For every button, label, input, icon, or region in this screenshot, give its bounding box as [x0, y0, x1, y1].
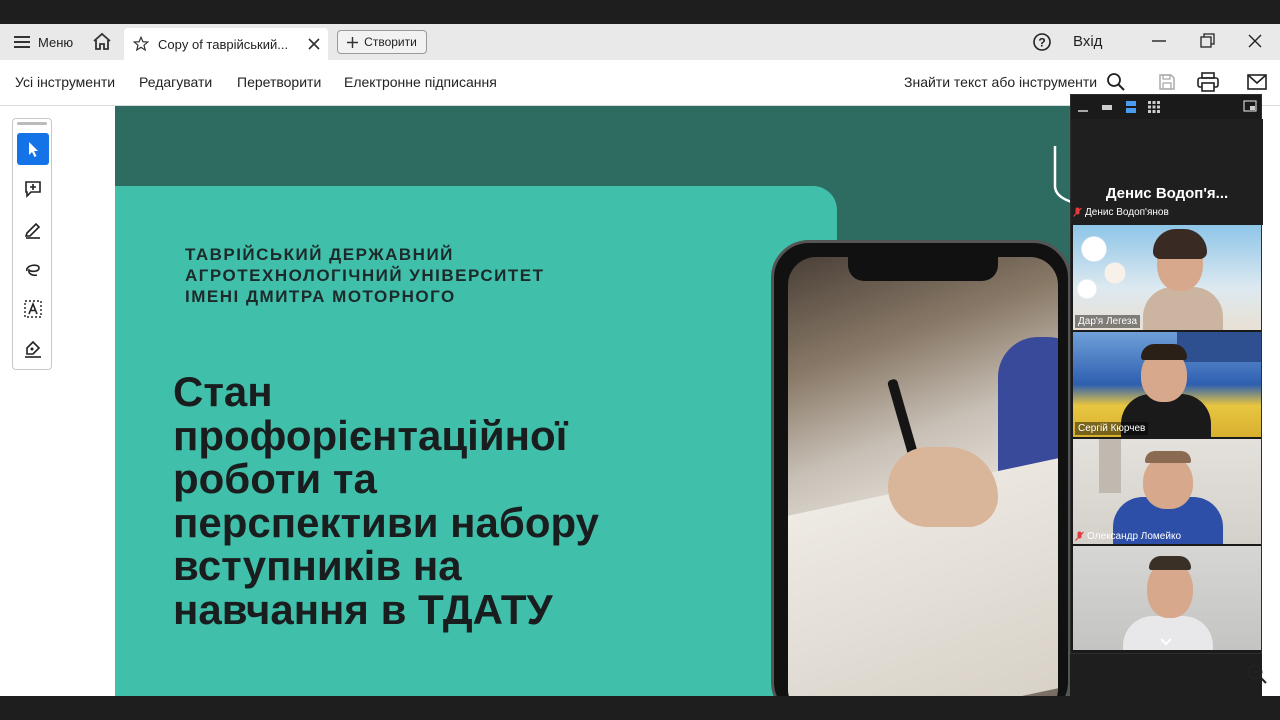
title-line: Стан: [173, 368, 273, 415]
hand-shape: [888, 447, 998, 527]
sign-tool-button[interactable]: [17, 333, 49, 365]
participant-label: Олександр Ломейко: [1075, 531, 1181, 542]
restore-icon[interactable]: [1197, 30, 1217, 52]
document-tab[interactable]: Copy of таврійський...: [124, 28, 328, 60]
print-icon[interactable]: [1197, 72, 1219, 92]
tab-title: Copy of таврійський...: [158, 36, 289, 52]
create-button[interactable]: Створити: [337, 30, 427, 54]
university-name: ТАВРІЙСЬКИЙ ДЕРЖАВНИЙ АГРОТЕХНОЛОГІЧНИЙ …: [185, 244, 545, 307]
all-tools-link[interactable]: Усі інструменти: [15, 74, 115, 90]
mail-icon[interactable]: [1247, 73, 1267, 91]
find-text-field[interactable]: Знайти текст або інструменти: [904, 74, 1097, 90]
save-icon[interactable]: [1157, 72, 1177, 92]
blossom-background: [1073, 225, 1143, 305]
edit-link[interactable]: Редагувати: [139, 74, 212, 90]
title-line: профорієнтаційної: [173, 411, 568, 459]
home-button[interactable]: [90, 30, 114, 54]
phone-screen-image: [788, 257, 1058, 696]
close-tab-icon[interactable]: [308, 38, 320, 50]
drag-handle[interactable]: [17, 122, 47, 125]
title-line: перспективи набору: [173, 498, 599, 546]
participant-name: Сергій Кюрчев: [1075, 422, 1149, 435]
text-box-tool-button[interactable]: [17, 293, 49, 325]
freehand-icon: [26, 264, 40, 277]
chevron-down-icon[interactable]: [1159, 635, 1173, 647]
highlight-tool-button[interactable]: [17, 213, 49, 245]
participant-name: Дар'я Легеза: [1075, 315, 1141, 328]
participant-tile[interactable]: Олександр Ломейко: [1073, 439, 1261, 544]
signin-button[interactable]: Вхід: [1073, 33, 1102, 50]
search-icon[interactable]: [1106, 72, 1126, 92]
convert-link[interactable]: Перетворити: [237, 74, 321, 90]
phone-notch: [848, 257, 998, 281]
shield-logo-icon: [1053, 146, 1070, 206]
text-box-icon: [24, 300, 42, 318]
calendar-background: [1099, 439, 1121, 493]
participant-hair: [1141, 344, 1187, 360]
minimize-panel-icon[interactable]: [1077, 101, 1089, 113]
participant-face: [1143, 455, 1193, 509]
university-line: ТАВРІЙСЬКИЙ ДЕРЖАВНИЙ: [185, 245, 454, 264]
participant-hair: [1149, 556, 1191, 570]
title-line: роботи та: [173, 455, 377, 502]
top-frame-bar: [0, 0, 1280, 24]
mic-muted-icon: [1073, 207, 1082, 217]
strip-view-icon[interactable]: [1125, 100, 1137, 114]
participant-body: [1143, 287, 1223, 330]
presentation-slide: ТАВРІЙСЬКИЙ ДЕРЖАВНИЙ АГРОТЕХНОЛОГІЧНИЙ …: [115, 106, 1070, 696]
active-speaker-name: Денис Водоп'я...: [1105, 185, 1229, 202]
pip-icon[interactable]: [1243, 100, 1257, 112]
close-window-icon[interactable]: [1245, 30, 1265, 52]
participant-name: Денис Водоп'янов: [1085, 207, 1169, 218]
phone-photo: [771, 240, 1070, 696]
video-call-panel: Денис Водоп'я... Денис Водоп'янов Дар'я …: [1070, 94, 1263, 654]
participant-hair: [1153, 229, 1207, 259]
draw-tool-button[interactable]: [17, 253, 49, 285]
mic-muted-icon: [1075, 531, 1084, 541]
bottom-frame-bar: [0, 696, 1280, 720]
plus-icon: [347, 36, 359, 48]
zoom-out-icon[interactable]: [1245, 662, 1269, 686]
help-icon[interactable]: ?: [1032, 32, 1052, 52]
pointer-icon: [29, 142, 38, 157]
university-line: АГРОТЕХНОЛОГІЧНИЙ УНІВЕРСИТЕТ: [185, 266, 545, 285]
hamburger-icon: [14, 36, 30, 48]
video-panel-header: [1071, 95, 1263, 119]
university-line: ІМЕНІ ДМИТРА МОТОРНОГО: [185, 287, 456, 306]
select-tool-button[interactable]: [17, 133, 49, 165]
grid-view-icon[interactable]: [1147, 100, 1161, 114]
university-banner: [1177, 332, 1261, 362]
star-icon[interactable]: [132, 35, 150, 53]
menu-button[interactable]: Меню: [8, 24, 79, 60]
participant-hair: [1145, 451, 1191, 463]
minimize-icon[interactable]: [1149, 30, 1169, 52]
active-speaker-tile[interactable]: Денис Водоп'я... Денис Водоп'янов: [1071, 119, 1263, 225]
svg-text:?: ?: [1038, 36, 1045, 50]
single-view-icon[interactable]: [1101, 101, 1113, 113]
slide-title: Стан профорієнтаційної роботи та перспек…: [173, 370, 599, 631]
comment-plus-icon: [25, 181, 41, 198]
participant-tile[interactable]: Сергій Кюрчев: [1073, 332, 1261, 437]
right-side-strip: [1262, 106, 1280, 696]
participant-name: Олександр Ломейко: [1087, 531, 1182, 542]
menu-label: Меню: [38, 34, 74, 50]
home-icon: [93, 32, 111, 50]
title-line: навчання в ТДАТУ: [173, 585, 553, 633]
tab-bar: Меню Copy of таврійський... Створити ? В…: [0, 24, 1280, 60]
esign-link[interactable]: Електронне підписання: [344, 74, 497, 90]
fountain-pen-icon: [25, 340, 41, 358]
speaker-label: Денис Водоп'янов: [1073, 207, 1169, 218]
title-line: вступників на: [173, 542, 462, 589]
add-comment-tool-button[interactable]: [17, 173, 49, 205]
participant-tile[interactable]: Дар'я Легеза: [1073, 225, 1261, 330]
highlighter-icon: [24, 222, 41, 239]
quick-tools-palette: [12, 118, 52, 370]
create-label: Створити: [364, 35, 417, 49]
